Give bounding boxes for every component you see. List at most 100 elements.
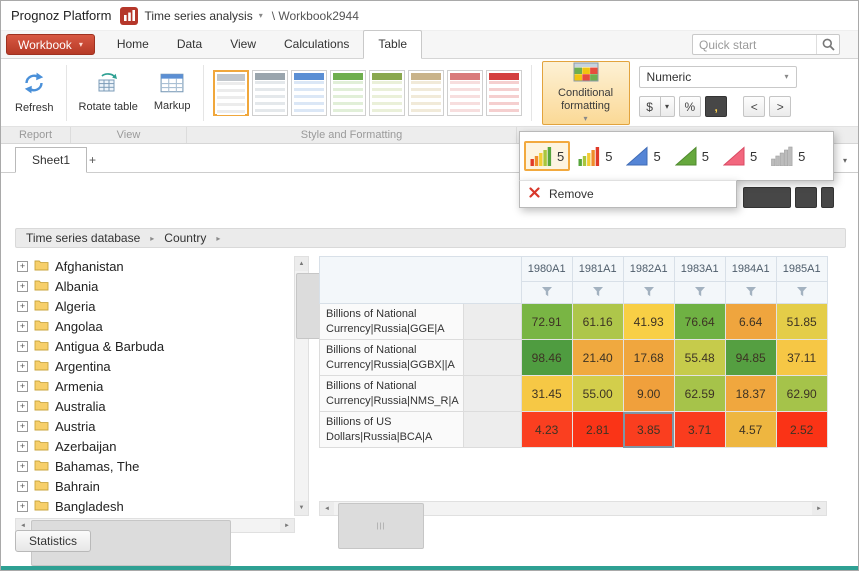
scroll-down-arrow[interactable]: ▼ xyxy=(295,501,308,515)
data-cell[interactable]: 51.85 xyxy=(776,304,827,340)
data-cell[interactable]: 61.16 xyxy=(572,304,623,340)
tree-item[interactable]: +Afghanistan xyxy=(15,256,293,276)
data-cell[interactable]: 31.45 xyxy=(521,376,572,412)
column-header[interactable]: 1982A1 xyxy=(623,257,674,282)
data-cell[interactable]: 3.71 xyxy=(674,412,725,448)
table-style-option[interactable] xyxy=(213,70,249,116)
scroll-left-arrow[interactable]: ◄ xyxy=(320,502,334,515)
tab-home[interactable]: Home xyxy=(103,31,163,58)
scroll-right-arrow[interactable]: ► xyxy=(280,519,294,532)
tab-data[interactable]: Data xyxy=(163,31,216,58)
table-style-option[interactable] xyxy=(291,70,327,116)
decrease-decimal-button[interactable]: < xyxy=(743,96,765,117)
data-cell[interactable]: 2.52 xyxy=(776,412,827,448)
icon-set-colored-bars[interactable]: 5 xyxy=(524,141,570,171)
icon-set-blue-cone[interactable]: 5 xyxy=(620,141,666,171)
table-style-option[interactable] xyxy=(252,70,288,116)
row-header[interactable]: Billions of NationalCurrency|Russia|GGBX… xyxy=(320,340,464,376)
row-header[interactable]: Billions of NationalCurrency|Russia|GGE|… xyxy=(320,304,464,340)
data-cell[interactable]: 76.64 xyxy=(674,304,725,340)
refresh-button[interactable]: Refresh xyxy=(7,62,62,124)
workbook-menu-button[interactable]: Workbook ▾ xyxy=(6,34,95,55)
data-cell[interactable]: 4.57 xyxy=(725,412,776,448)
expand-icon[interactable]: + xyxy=(17,301,28,312)
tree-item[interactable]: +Angolaa xyxy=(15,316,293,336)
data-cell[interactable]: 41.93 xyxy=(623,304,674,340)
expand-icon[interactable]: + xyxy=(17,381,28,392)
expand-icon[interactable]: + xyxy=(17,341,28,352)
expand-icon[interactable]: + xyxy=(17,261,28,272)
data-cell[interactable]: 72.91 xyxy=(521,304,572,340)
percent-button[interactable]: % xyxy=(679,96,702,117)
scrollbar-thumb[interactable]: ||| xyxy=(338,503,424,549)
data-cell[interactable]: 94.85 xyxy=(725,340,776,376)
search-icon[interactable] xyxy=(817,38,839,51)
breadcrumb-arrow-icon[interactable]: ▸ xyxy=(216,234,220,243)
quick-start-input[interactable] xyxy=(693,38,816,52)
data-cell[interactable]: 18.37 xyxy=(725,376,776,412)
data-cell[interactable]: 98.46 xyxy=(521,340,572,376)
expand-icon[interactable]: + xyxy=(17,421,28,432)
icon-set-green-cone[interactable]: 5 xyxy=(669,141,715,171)
row-header[interactable]: Billions of USDollars|Russia|BCA|A xyxy=(320,412,464,448)
tree-item[interactable]: +Azerbaijan xyxy=(15,436,293,456)
filter-icon[interactable] xyxy=(674,282,725,304)
data-cell[interactable]: 4.23 xyxy=(521,412,572,448)
sheet-tab-sheet1[interactable]: Sheet1 xyxy=(15,147,87,173)
data-cell[interactable]: 37.11 xyxy=(776,340,827,376)
icon-set-colored-bars-alt[interactable]: 5 xyxy=(572,141,618,171)
filter-icon[interactable] xyxy=(725,282,776,304)
tree-item[interactable]: +Albania xyxy=(15,276,293,296)
tree-item[interactable]: +Algeria xyxy=(15,296,293,316)
tab-calculations[interactable]: Calculations xyxy=(270,31,363,58)
expand-icon[interactable]: + xyxy=(17,281,28,292)
add-sheet-button[interactable]: + xyxy=(79,147,106,172)
expand-icon[interactable]: + xyxy=(17,481,28,492)
filter-icon[interactable] xyxy=(521,282,572,304)
tree-item[interactable]: +Austria xyxy=(15,416,293,436)
obscured-toolbar-button[interactable] xyxy=(743,187,791,208)
tab-view[interactable]: View xyxy=(216,31,270,58)
filter-icon[interactable] xyxy=(572,282,623,304)
expand-icon[interactable]: + xyxy=(17,461,28,472)
tab-table[interactable]: Table xyxy=(363,30,422,59)
breadcrumb-item-country[interactable]: Country xyxy=(164,231,206,245)
column-header[interactable]: 1984A1 xyxy=(725,257,776,282)
currency-button[interactable]: $ xyxy=(639,96,661,117)
data-cell[interactable]: 62.59 xyxy=(674,376,725,412)
table-style-option[interactable] xyxy=(369,70,405,116)
column-header[interactable]: 1981A1 xyxy=(572,257,623,282)
data-cell[interactable]: 21.40 xyxy=(572,340,623,376)
data-cell[interactable]: 6.64 xyxy=(725,304,776,340)
statistics-button[interactable]: Statistics xyxy=(15,530,91,552)
row-header[interactable]: Billions of NationalCurrency|Russia|NMS_… xyxy=(320,376,464,412)
thousands-separator-button[interactable]: , xyxy=(705,96,727,117)
data-cell[interactable]: 17.68 xyxy=(623,340,674,376)
expand-icon[interactable]: + xyxy=(17,361,28,372)
markup-button[interactable]: Markup xyxy=(146,62,199,124)
table-style-option[interactable] xyxy=(408,70,444,116)
column-header[interactable]: 1980A1 xyxy=(521,257,572,282)
breadcrumb-arrow-icon[interactable]: ▸ xyxy=(150,234,154,243)
conditional-formatting-button[interactable]: Conditional formatting ▾ xyxy=(542,61,630,125)
data-cell[interactable]: 62.90 xyxy=(776,376,827,412)
filter-icon[interactable] xyxy=(623,282,674,304)
table-style-option[interactable] xyxy=(330,70,366,116)
rotate-table-button[interactable]: Rotate table xyxy=(71,62,146,124)
table-style-option[interactable] xyxy=(486,70,522,116)
data-cell[interactable]: 2.81 xyxy=(572,412,623,448)
obscured-toolbar-button[interactable] xyxy=(795,187,817,208)
icon-set-gray-bars[interactable]: 5 xyxy=(765,141,811,171)
expand-icon[interactable]: + xyxy=(17,321,28,332)
data-cell[interactable]: 55.48 xyxy=(674,340,725,376)
tree-vertical-scrollbar[interactable]: ▲ ▼ xyxy=(294,256,309,516)
currency-dropdown-caret[interactable]: ▾ xyxy=(661,96,675,117)
data-cell[interactable]: 9.00 xyxy=(623,376,674,412)
icon-set-red-cone[interactable]: 5 xyxy=(717,141,763,171)
tree-item[interactable]: +Bangladesh xyxy=(15,496,293,516)
expand-icon[interactable]: + xyxy=(17,501,28,512)
scroll-up-arrow[interactable]: ▲ xyxy=(295,257,308,271)
expand-icon[interactable]: + xyxy=(17,401,28,412)
tree-item[interactable]: +Bahamas, The xyxy=(15,456,293,476)
sheet-list-dropdown[interactable]: ▾ xyxy=(843,156,847,165)
